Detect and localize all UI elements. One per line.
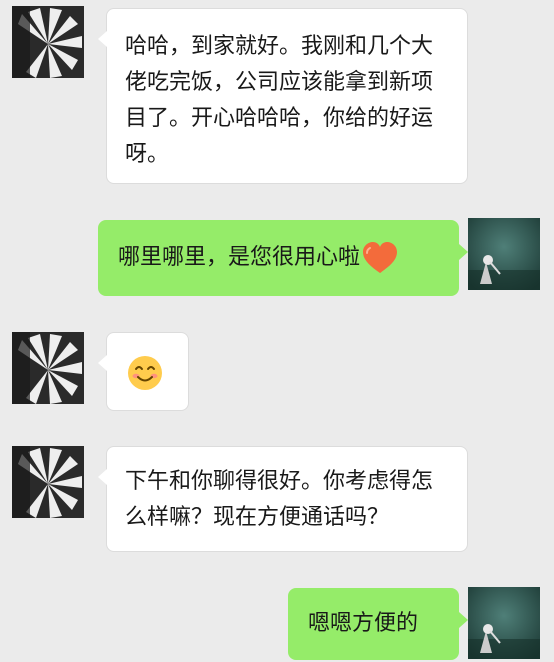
my-avatar[interactable] [468,218,540,290]
heart-emoji-icon [362,242,398,274]
smile-emoji-icon [127,355,163,391]
contact-avatar[interactable] [12,332,84,404]
message-text: 下午和你聊得很好。你考虑得怎么样嘛？现在方便通话吗？ [125,469,434,530]
contact-avatar[interactable] [12,446,84,518]
message-text: 哈哈，到家就好。我刚和几个大佬吃完饭，公司应该能拿到新项目了。开心哈哈哈，你给的… [125,34,434,167]
contact-avatar[interactable] [12,6,84,78]
my-avatar[interactable] [468,587,540,659]
received-message-bubble[interactable]: 哈哈，到家就好。我刚和几个大佬吃完饭，公司应该能拿到新项目了。开心哈哈哈，你给的… [98,8,468,184]
message-text: 嗯嗯方便的 [308,611,419,636]
sent-message-bubble[interactable]: 哪里哪里，是您很用心啦 [98,220,468,296]
message-text: 哪里哪里，是您很用心啦 [118,245,361,270]
received-message-bubble[interactable]: 下午和你聊得很好。你考虑得怎么样嘛？现在方便通话吗？ [98,446,468,552]
received-message-bubble[interactable] [98,332,189,411]
sent-message-bubble[interactable]: 嗯嗯方便的 [288,588,468,660]
